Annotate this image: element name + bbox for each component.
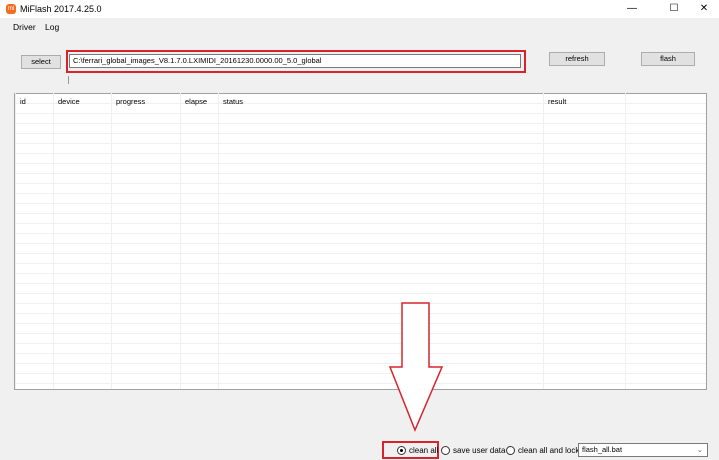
column-header-progress[interactable]: progress	[111, 93, 145, 389]
clean-all-and-lock-label: clean all and lock	[518, 446, 580, 455]
radio-checked-icon	[397, 446, 406, 456]
column-header-device[interactable]: device	[53, 93, 80, 389]
title-bar	[0, 0, 719, 18]
column-header-id[interactable]: id	[15, 93, 26, 389]
mi-logo-icon: mi	[6, 4, 16, 14]
radio-icon	[506, 446, 515, 456]
column-header-elapse[interactable]: elapse	[180, 93, 207, 389]
menu-bar	[0, 18, 719, 34]
clean-all-and-lock-radio[interactable]: clean all and lock	[506, 446, 580, 456]
maximize-button[interactable]: ☐	[660, 2, 688, 16]
menu-driver[interactable]: Driver	[13, 22, 36, 32]
clean-all-label: clean all	[409, 446, 439, 455]
arrow-down-icon	[388, 302, 444, 432]
select-button[interactable]: select	[21, 55, 61, 69]
column-header-extra[interactable]	[625, 93, 630, 389]
splitter	[68, 76, 69, 84]
flash-button[interactable]: flash	[641, 52, 695, 66]
refresh-button[interactable]: refresh	[549, 52, 605, 66]
menu-log[interactable]: Log	[45, 22, 59, 32]
column-header-status[interactable]: status	[218, 93, 243, 389]
clean-all-radio[interactable]: clean all	[397, 446, 439, 456]
save-user-data-label: save user data	[453, 446, 506, 455]
chevron-down-icon: ⌄	[696, 445, 703, 454]
column-header-result[interactable]: result	[543, 93, 566, 389]
path-input[interactable]: C:\ferrari_global_images_V8.1.7.0.LXIMID…	[69, 54, 521, 68]
minimize-button[interactable]: —	[618, 2, 646, 16]
save-user-data-radio[interactable]: save user data	[441, 446, 506, 456]
close-button[interactable]: ✕	[690, 2, 718, 16]
window-title: MiFlash 2017.4.25.0	[20, 4, 102, 14]
script-value: flash_all.bat	[582, 445, 623, 454]
script-dropdown[interactable]: flash_all.bat ⌄	[578, 443, 708, 457]
radio-icon	[441, 446, 450, 456]
